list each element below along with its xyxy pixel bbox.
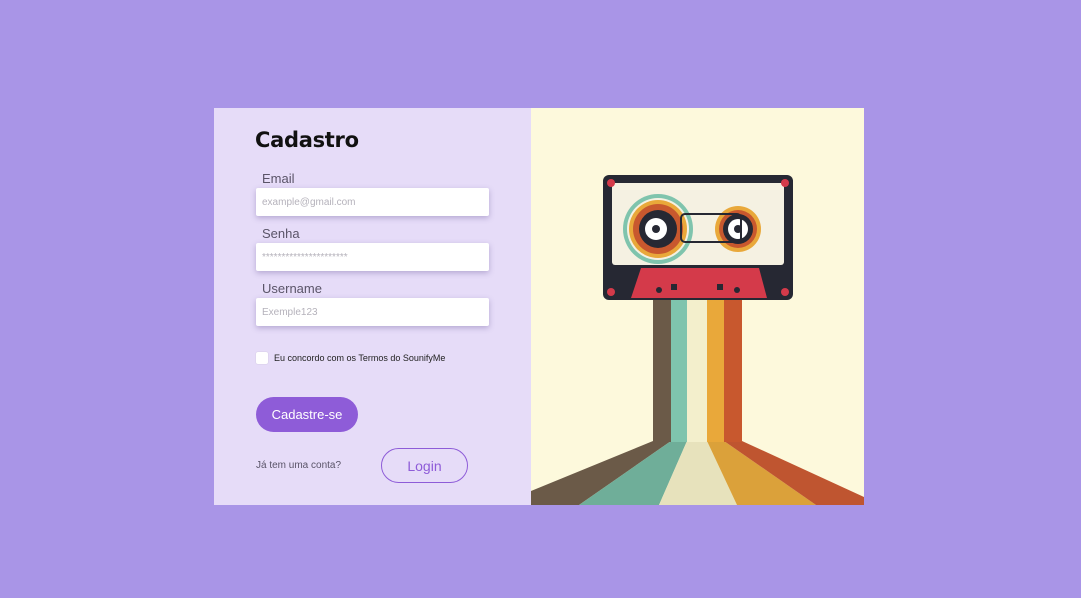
email-field[interactable] (256, 188, 489, 216)
signup-form-panel: Cadastro Email Senha Username Eu concord… (214, 108, 531, 505)
signup-card: Cadastro Email Senha Username Eu concord… (214, 108, 864, 505)
login-button[interactable]: Login (381, 448, 468, 483)
terms-checkbox[interactable] (256, 352, 268, 364)
username-field[interactable] (256, 298, 489, 326)
password-field[interactable] (256, 243, 489, 271)
have-account-text: Já tem uma conta? (256, 460, 342, 471)
retro-cassette-tape-icon (531, 175, 864, 505)
password-label: Senha (262, 226, 300, 241)
page-title: Cadastro (255, 128, 359, 152)
email-label: Email (262, 171, 295, 186)
username-label: Username (262, 281, 322, 296)
terms-label: Eu concordo com os Termos do SounifyMe (274, 353, 446, 363)
terms-agreement: Eu concordo com os Termos do SounifyMe (256, 352, 445, 364)
signup-button[interactable]: Cadastre-se (256, 397, 358, 432)
illustration-panel (531, 108, 864, 505)
